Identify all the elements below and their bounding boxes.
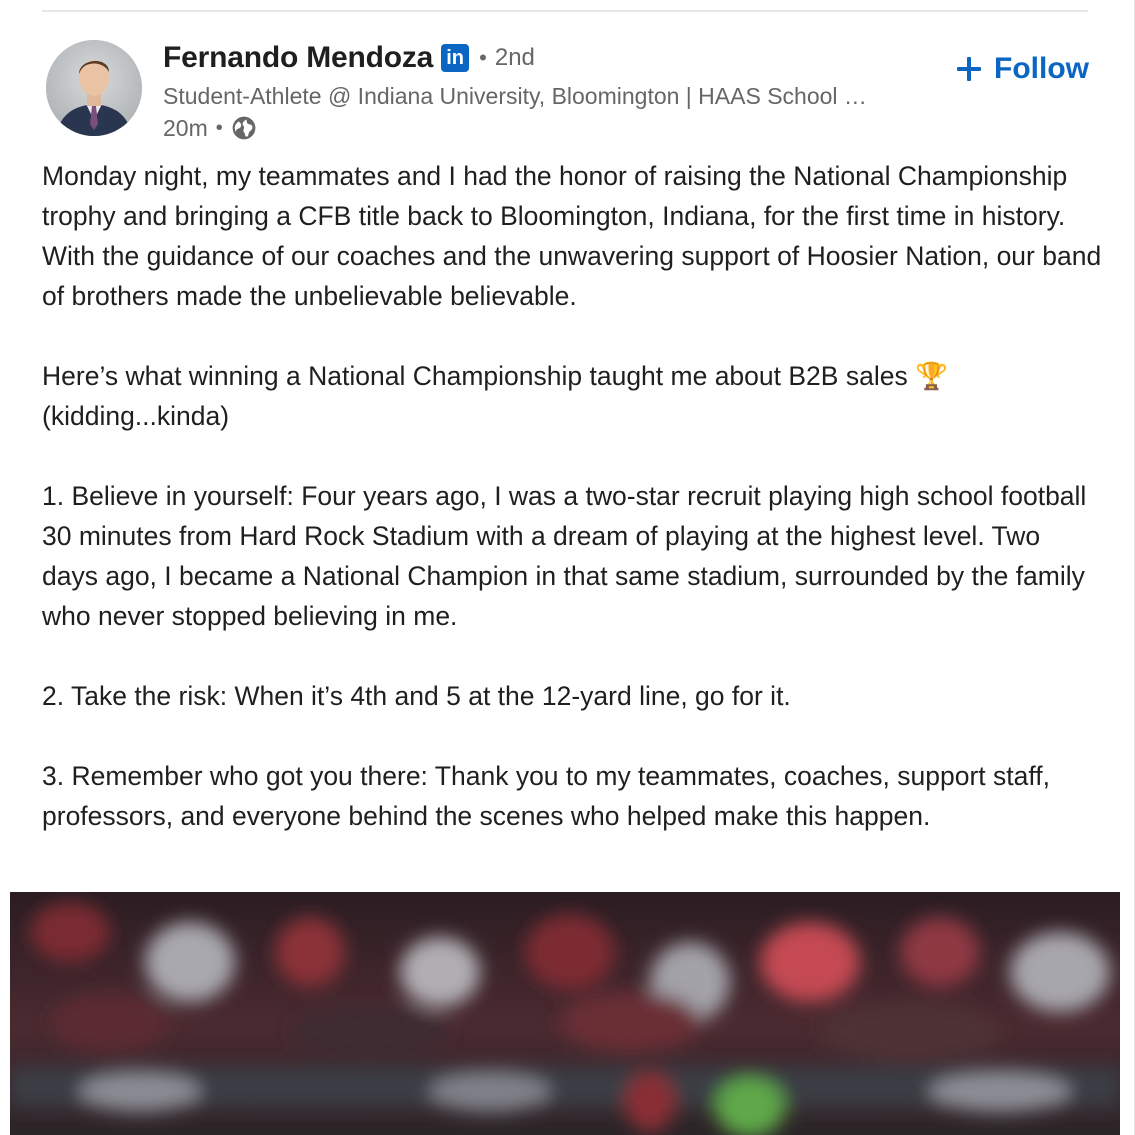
post-paragraph: Here’s what winning a National Champions… — [42, 361, 949, 431]
post-paragraph: Monday night, my teammates and I had the… — [42, 161, 1102, 311]
post-header: Fernando Mendoza in • 2nd Student-Athlet… — [46, 38, 1096, 141]
post-body: Monday night, my teammates and I had the… — [42, 156, 1102, 836]
post-paragraph: 2. Take the risk: When it’s 4th and 5 at… — [42, 681, 791, 711]
plus-icon — [956, 56, 982, 82]
name-line: Fernando Mendoza in • 2nd — [163, 38, 943, 78]
connection-degree: 2nd — [494, 44, 535, 71]
actor-info: Fernando Mendoza in • 2nd Student-Athlet… — [163, 38, 943, 144]
follow-label: Follow — [994, 52, 1089, 85]
linkedin-premium-icon: in — [441, 44, 470, 72]
follow-button[interactable]: Follow — [956, 52, 1089, 86]
actor-headline: Student-Athlete @ Indiana University, Bl… — [163, 83, 867, 109]
linkedin-post: Fernando Mendoza in • 2nd Student-Athlet… — [0, 0, 1135, 1135]
post-image[interactable] — [10, 892, 1120, 1135]
post-meta: 20m • — [163, 112, 943, 144]
globe-icon — [231, 115, 257, 141]
separator-dot: • — [479, 45, 487, 70]
actor-name[interactable]: Fernando Mendoza — [163, 41, 433, 75]
avatar[interactable] — [46, 40, 142, 136]
divider — [42, 10, 1088, 12]
post-paragraph: 3. Remember who got you there: Thank you… — [42, 761, 1050, 831]
post-paragraph: 1. Believe in yourself: Four years ago, … — [42, 481, 1087, 631]
separator-dot: • — [215, 116, 223, 139]
post-time: 20m — [163, 114, 208, 141]
